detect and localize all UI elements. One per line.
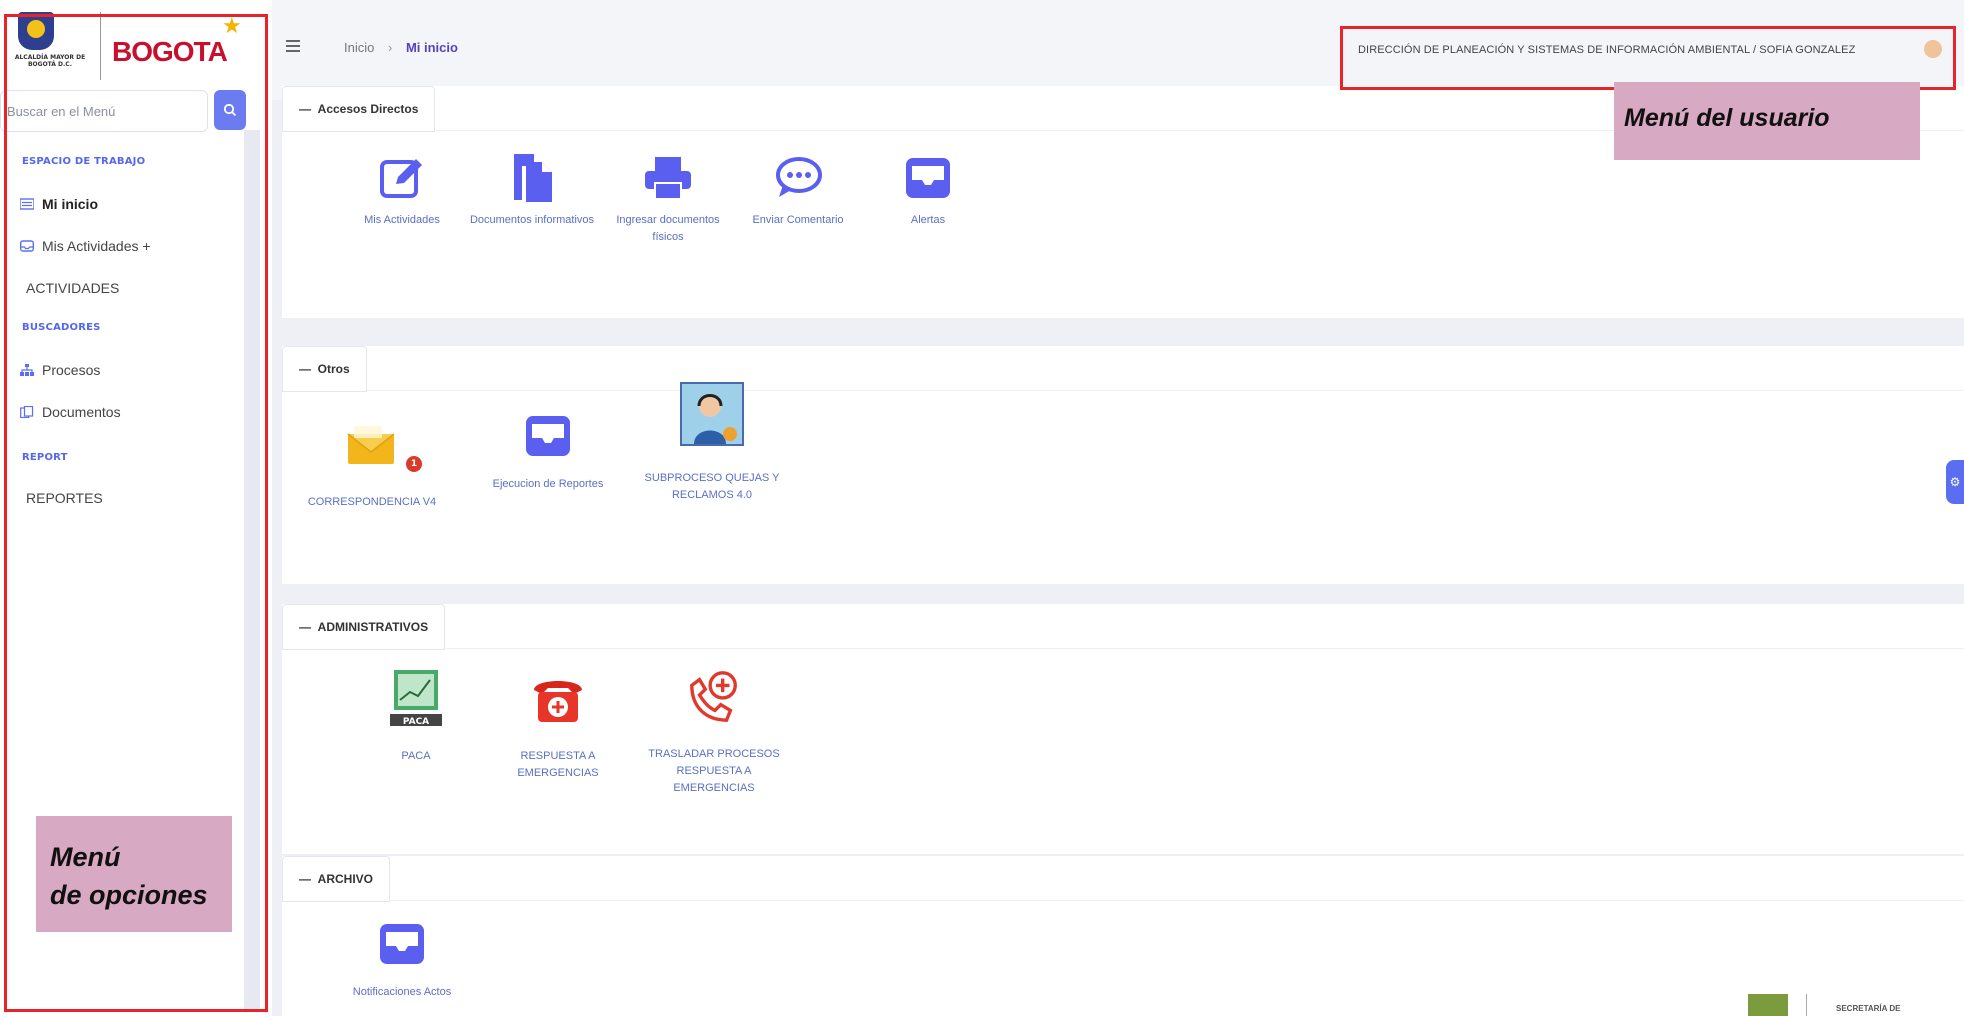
annotation-line: Menú	[50, 842, 121, 872]
emergency-phone-icon	[534, 681, 582, 722]
logo-org-text: ALCALDÍA MAYOR DE BOGOTÁ D.C.	[14, 54, 86, 68]
nav-section-report: REPORT	[22, 452, 68, 463]
section-title: Accesos Directos	[317, 102, 419, 116]
section-archivo: — ARCHIVO Notificaciones Actos	[282, 856, 1964, 1016]
sitemap-icon	[20, 364, 34, 376]
tile-ejecucion-de-reportes[interactable]: Ejecucion de Reportes	[468, 408, 628, 493]
logo-divider	[100, 12, 101, 80]
annotation-options-menu-label: Menú de opciones	[36, 816, 232, 932]
nav-section-workspace: ESPACIO DE TRABAJO	[22, 156, 146, 167]
tile-label: RESPUESTA A EMERGENCIAS	[517, 750, 599, 779]
sidebar-item-mis-actividades[interactable]: Mis Actividades +	[20, 238, 151, 254]
section-title: ARCHIVO	[317, 872, 374, 886]
tile-label: Notificaciones Actos	[352, 986, 452, 998]
phone-add-icon	[690, 671, 737, 722]
tile-label: Ejecucion de Reportes	[492, 478, 604, 490]
tile-correspondencia-v4[interactable]: 1 CORRESPONDENCIA V4	[282, 416, 462, 511]
coat-of-arms-icon	[18, 12, 54, 50]
breadcrumb-home[interactable]: Inicio	[344, 40, 374, 55]
sidebar-item-label: Mis Actividades +	[42, 238, 151, 254]
printer-icon	[645, 157, 691, 200]
sidebar-item-label: Procesos	[42, 362, 101, 378]
tile-label: CORRESPONDENCIA V4	[307, 496, 437, 508]
sidebar-item-label: Mi inicio	[42, 196, 98, 212]
tile-paca[interactable]: PACA PACA	[336, 668, 496, 765]
annotation-user-menu-frame	[1340, 26, 1956, 90]
collapse-icon: —	[299, 102, 318, 116]
section-administrativos: — ADMINISTRATIVOS PACA PACA RESPUESTA A …	[282, 604, 1964, 854]
sidebar-item-label: Documentos	[42, 404, 121, 420]
nav-section-search: BUSCADORES	[22, 322, 101, 333]
logo-bogota-text: BOGOTA	[112, 36, 228, 67]
collapse-icon: —	[299, 872, 318, 886]
sidebar-item-mi-inicio[interactable]: Mi inicio	[20, 196, 98, 212]
footer-brand-text: SECRETARÍA DE	[1836, 1004, 1901, 1013]
sidebar-item-label: REPORTES	[26, 490, 103, 506]
sidebar-item-actividades[interactable]: ACTIVIDADES	[26, 280, 119, 296]
collapse-icon: —	[299, 362, 318, 376]
annotation-user-menu-label: Menú del usuario	[1614, 82, 1920, 160]
section-tab[interactable]: — Otros	[282, 346, 367, 392]
tile-alertas[interactable]: Alertas	[848, 150, 1008, 229]
inbox-icon	[906, 158, 950, 198]
gear-icon: ⚙	[1949, 475, 1961, 489]
annotation-line: de opciones	[50, 880, 208, 910]
star-icon: ★	[222, 14, 242, 39]
chevron-right-icon: ›	[387, 40, 393, 55]
document-copy-icon	[514, 154, 552, 202]
search-button[interactable]	[214, 90, 246, 130]
sidebar-item-reportes[interactable]: REPORTES	[26, 490, 103, 506]
breadcrumb-current: Mi inicio	[405, 40, 458, 55]
sidebar-item-label: ACTIVIDADES	[26, 280, 120, 296]
sidebar-item-documentos[interactable]: Documentos	[20, 404, 121, 420]
section-title: Otros	[317, 362, 350, 376]
support-agent-icon	[680, 382, 744, 446]
tile-notificaciones-actos[interactable]: Notificaciones Actos	[322, 916, 482, 1001]
section-tab[interactable]: — ARCHIVO	[282, 856, 391, 902]
envelope-icon	[347, 426, 395, 464]
tile-label: SUBPROCESO QUEJAS Y RECLAMOS 4.0	[644, 472, 780, 501]
tile-label: TRASLADAR PROCESOS RESPUESTA A EMERGENCI…	[648, 748, 780, 794]
svg-text:PACA: PACA	[403, 717, 429, 727]
collapse-icon: —	[299, 620, 318, 634]
section-body	[282, 900, 1964, 1016]
section-tab[interactable]: — Accesos Directos	[282, 86, 436, 132]
list-icon	[20, 198, 34, 210]
sidebar-item-procesos[interactable]: Procesos	[20, 362, 100, 378]
breadcrumb: Inicio › Mi inicio	[344, 40, 458, 55]
edit-icon	[380, 159, 422, 198]
section-tab[interactable]: — ADMINISTRATIVOS	[282, 604, 446, 650]
tile-label: PACA	[401, 750, 431, 762]
tile-trasladar-procesos[interactable]: TRASLADAR PROCESOS RESPUESTA A EMERGENCI…	[624, 662, 804, 797]
tile-label: Alertas	[910, 214, 946, 226]
menu-search-input[interactable]: Buscar en el Menú	[0, 90, 208, 132]
section-otros: — Otros 1 CORRESPONDENCIA V4 Ejecucion d…	[282, 346, 1964, 584]
tile-respuesta-a-emergencias[interactable]: RESPUESTA A EMERGENCIAS	[478, 668, 638, 782]
hamburger-menu-icon[interactable]	[286, 40, 300, 52]
footer-brand-logo	[1748, 994, 1788, 1016]
inbox-icon	[20, 240, 34, 252]
notification-badge: 1	[406, 456, 422, 472]
section-title: ADMINISTRATIVOS	[317, 620, 429, 634]
logo[interactable]: ALCALDÍA MAYOR DE BOGOTÁ D.C. BOGOTA ★	[8, 8, 258, 84]
paca-chart-icon: PACA	[390, 670, 442, 727]
search-icon	[223, 103, 237, 117]
settings-gear-button[interactable]: ⚙	[1946, 460, 1964, 504]
footer-divider	[1806, 994, 1807, 1016]
comment-icon	[776, 157, 822, 197]
inbox-icon	[526, 416, 570, 456]
sidebar-scrollbar[interactable]	[244, 130, 260, 1010]
inbox-icon	[380, 924, 424, 964]
documents-icon	[20, 406, 34, 418]
tile-subproceso-quejas-y-reclamos[interactable]: SUBPROCESO QUEJAS Y RECLAMOS 4.0	[622, 382, 802, 504]
